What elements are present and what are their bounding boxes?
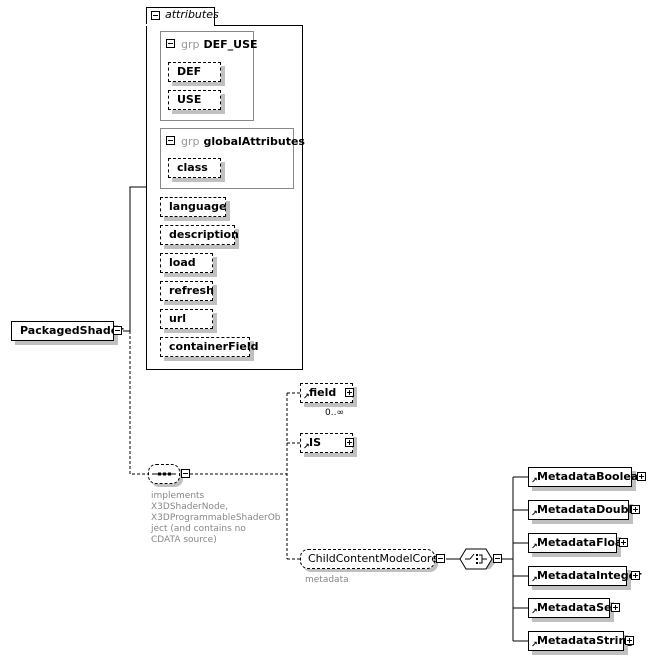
expand-field-icon[interactable] [345,388,354,397]
choice-compositor[interactable] [459,548,496,570]
expand-metadata-integer-icon[interactable] [631,571,640,580]
attribute-url[interactable]: url [160,309,213,329]
expand-metadata-float-icon[interactable] [619,538,628,547]
attribute-label: load [169,256,196,269]
element-label: MetadataFloat [537,536,628,549]
element-metadata-double[interactable]: ↗ MetadataDouble [528,500,640,520]
attribute-label: refresh [169,284,214,297]
attribute-load[interactable]: load [160,253,213,273]
group-def-use-title: grp DEF_USE [167,38,258,51]
attribute-language[interactable]: language [160,197,227,217]
group-global-attributes-title: grp globalAttributes [167,135,305,148]
attribute-label: url [169,312,187,325]
attribute-label: USE [177,93,202,106]
reference-arrow-icon: ↗ [531,476,538,485]
attribute-label: DEF [177,65,202,78]
collapse-choice-icon[interactable] [493,554,502,563]
group-name: globalAttributes [203,135,305,148]
attribute-def[interactable]: DEF [168,62,221,82]
element-label: MetadataInteger [537,569,642,582]
element-metadata-float[interactable]: ↗ MetadataFloat [528,533,628,553]
element-metadata-set[interactable]: ↗ MetadataSet [528,598,617,618]
reference-arrow-icon: ↗ [303,392,310,401]
attributes-label: attributes [165,8,219,21]
root-element[interactable]: PackagedShader [11,321,124,341]
reference-arrow-icon: ↗ [531,542,538,551]
collapse-core-icon[interactable] [436,554,445,563]
element-label: MetadataString [537,634,635,647]
expand-metadata-boolean-icon[interactable] [637,472,646,481]
sequence-compositor[interactable] [148,464,180,484]
attribute-label: language [169,200,227,213]
attribute-label: class [177,161,208,174]
element-label: IS [309,436,322,449]
element-metadata-integer[interactable]: ↗ MetadataInteger [528,566,641,586]
group-child-content-model-core[interactable]: ChildContentModelCore [300,549,438,569]
group-keyword: grp [181,38,200,51]
group-name: DEF_USE [203,38,258,51]
group-keyword: grp [181,135,200,148]
element-label: MetadataSet [537,601,617,614]
attribute-description[interactable]: description [160,225,239,245]
expand-is-icon[interactable] [345,438,354,447]
attribute-refresh[interactable]: refresh [160,281,214,301]
core-annotation: metadata [305,575,349,585]
element-label: MetadataDouble [537,503,640,516]
element-label: field [309,386,337,399]
element-metadata-string[interactable]: ↗ MetadataString [528,631,634,651]
element-label: MetadataBoolean [537,470,647,483]
collapse-sequence-icon[interactable] [181,469,190,478]
attribute-label: description [169,228,239,241]
tab-joint [146,24,214,26]
attribute-container-field[interactable]: containerField [160,337,258,357]
attribute-use[interactable]: USE [168,90,221,110]
expand-metadata-set-icon[interactable] [611,603,620,612]
attribute-class[interactable]: class [168,158,221,178]
element-metadata-boolean[interactable]: ↗ MetadataBoolean [528,467,646,487]
expand-metadata-double-icon[interactable] [631,505,640,514]
reference-arrow-icon: ↗ [531,575,538,584]
reference-arrow-icon: ↗ [531,509,538,518]
reference-arrow-icon: ↗ [531,607,538,616]
sequence-annotation: implements X3DShaderNode, X3DProgrammabl… [151,491,281,545]
attribute-label: containerField [169,340,259,353]
reference-arrow-icon: ↗ [531,640,538,649]
collapse-attributes-icon[interactable] [151,11,160,20]
field-cardinality: 0..∞ [325,408,344,418]
reference-arrow-icon: ↗ [303,442,310,451]
choice-icon [459,548,496,570]
collapse-root-icon[interactable] [113,326,122,335]
expand-metadata-string-icon[interactable] [625,636,634,645]
root-element-label: PackagedShader [20,324,124,337]
group-label: ChildContentModelCore [308,552,438,565]
sequence-icon [152,472,176,476]
